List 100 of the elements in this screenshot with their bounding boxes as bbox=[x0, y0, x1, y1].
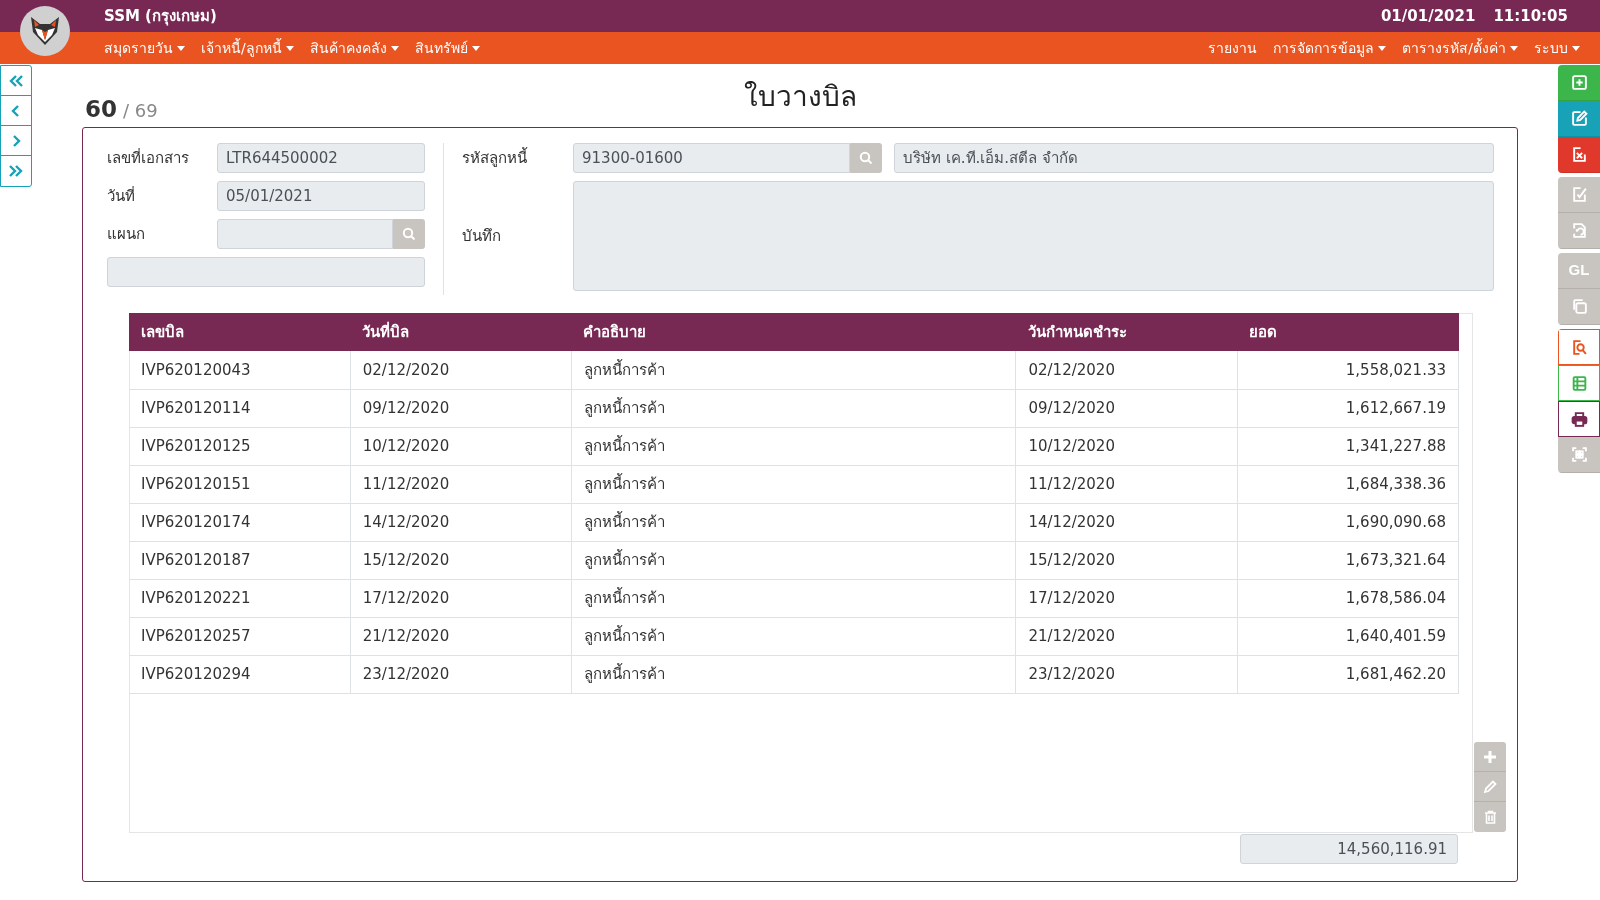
column-header[interactable]: ยอด bbox=[1237, 313, 1459, 351]
table-cell: IVP620120043 bbox=[129, 351, 351, 389]
edit-button[interactable] bbox=[1558, 101, 1600, 137]
table-cell: IVP620120221 bbox=[129, 579, 351, 617]
table-cell: 1,640,401.59 bbox=[1237, 617, 1459, 655]
time-text: 11:10:05 bbox=[1493, 5, 1568, 27]
table-cell: 14/12/2020 bbox=[1015, 503, 1238, 541]
date-field[interactable]: 05/01/2021 bbox=[217, 181, 425, 211]
table-cell: 15/12/2020 bbox=[350, 541, 572, 579]
printer-icon bbox=[1570, 410, 1588, 428]
plus-icon bbox=[1483, 749, 1497, 764]
add-document-icon bbox=[1570, 74, 1588, 91]
app-title: SSM (กรุงเกษม) bbox=[104, 5, 217, 28]
table-cell: 21/12/2020 bbox=[350, 617, 572, 655]
search-icon bbox=[402, 227, 416, 241]
table-cell: 23/12/2020 bbox=[1015, 655, 1238, 693]
table-cell: 1,690,090.68 bbox=[1237, 503, 1459, 541]
table-cell: IVP620120174 bbox=[129, 503, 351, 541]
menu-item[interactable]: สินค้าคงคลัง bbox=[309, 37, 399, 59]
scan-icon bbox=[1570, 446, 1588, 463]
table-cell: 21/12/2020 bbox=[1015, 617, 1238, 655]
menu-item[interactable]: สินทรัพย์ bbox=[414, 37, 480, 59]
table-cell: 1,558,021.33 bbox=[1237, 351, 1459, 389]
menu-item[interactable]: ระบบ bbox=[1534, 37, 1580, 59]
search-document-button[interactable] bbox=[1558, 329, 1600, 365]
check-document-button[interactable] bbox=[1558, 177, 1600, 213]
customer-code-field[interactable]: 91300-01600 bbox=[573, 143, 850, 173]
undo-document-icon bbox=[1570, 222, 1588, 239]
field-label: บันทึก bbox=[462, 225, 502, 247]
table-cell: ลูกหนี้การค้า bbox=[571, 351, 1016, 389]
add-document-button[interactable] bbox=[1558, 65, 1600, 101]
spreadsheet-icon bbox=[1570, 374, 1588, 392]
column-header[interactable]: วันที่บิล bbox=[350, 313, 572, 351]
table-cell: ลูกหนี้การค้า bbox=[571, 655, 1016, 693]
note-field[interactable] bbox=[573, 181, 1494, 291]
copy-icon bbox=[1570, 298, 1588, 315]
column-header[interactable]: คำอธิบาย bbox=[571, 313, 1016, 351]
table-cell: IVP620120294 bbox=[129, 655, 351, 693]
table-cell: 17/12/2020 bbox=[350, 579, 572, 617]
record-total: / 69 bbox=[123, 99, 158, 123]
undo-document-button[interactable] bbox=[1558, 213, 1600, 249]
trash-icon bbox=[1483, 810, 1497, 824]
double-chevron-right-icon bbox=[8, 164, 24, 178]
copy-button[interactable] bbox=[1558, 289, 1600, 325]
table-cell: 15/12/2020 bbox=[1015, 541, 1238, 579]
table-cell: ลูกหนี้การค้า bbox=[571, 541, 1016, 579]
search-button[interactable] bbox=[850, 143, 882, 173]
table-cell: IVP620120187 bbox=[129, 541, 351, 579]
table-cell: IVP620120125 bbox=[129, 427, 351, 465]
table-cell: ลูกหนี้การค้า bbox=[571, 465, 1016, 503]
table-cell: 11/12/2020 bbox=[1015, 465, 1238, 503]
customer-name-field[interactable]: บริษัท เค.ที.เอ็ม.สตีล จำกัด bbox=[894, 143, 1494, 173]
page-title: ใบวางบิล bbox=[743, 79, 857, 115]
table-cell: 1,678,586.04 bbox=[1237, 579, 1459, 617]
column-header[interactable]: เลขบิล bbox=[129, 313, 351, 351]
menu-item[interactable]: สมุดรายวัน bbox=[104, 37, 185, 59]
field-label: แผนก bbox=[107, 223, 146, 245]
record-number: 60 bbox=[85, 95, 117, 124]
table-cell: 02/12/2020 bbox=[1015, 351, 1238, 389]
column-header[interactable]: วันกำหนดชำระ bbox=[1015, 313, 1238, 351]
table-cell: 09/12/2020 bbox=[350, 389, 572, 427]
printer-button[interactable] bbox=[1558, 401, 1600, 437]
date-text: 01/01/2021 bbox=[1380, 5, 1476, 27]
table-cell: IVP620120151 bbox=[129, 465, 351, 503]
table-cell: 1,341,227.88 bbox=[1237, 427, 1459, 465]
table-cell: ลูกหนี้การค้า bbox=[571, 617, 1016, 655]
menu-item[interactable]: รายงาน bbox=[1208, 37, 1258, 59]
delete-document-button[interactable] bbox=[1558, 137, 1600, 173]
table-cell: ลูกหนี้การค้า bbox=[571, 427, 1016, 465]
table-cell: 02/12/2020 bbox=[350, 351, 572, 389]
department-field[interactable] bbox=[217, 219, 393, 249]
table-cell: 17/12/2020 bbox=[1015, 579, 1238, 617]
search-document-icon bbox=[1570, 338, 1588, 356]
table-cell: 1,681,462.20 bbox=[1237, 655, 1459, 693]
search-button[interactable] bbox=[393, 219, 425, 249]
search-icon bbox=[859, 151, 873, 165]
table-cell: IVP620120114 bbox=[129, 389, 351, 427]
document-number-field[interactable]: LTR644500002 bbox=[217, 143, 425, 173]
pencil-icon bbox=[1483, 779, 1497, 794]
table-cell: ลูกหนี้การค้า bbox=[571, 503, 1016, 541]
table-cell: 11/12/2020 bbox=[350, 465, 572, 503]
menu-item[interactable]: การจัดการข้อมูล bbox=[1273, 37, 1387, 59]
table-cell: ลูกหนี้การค้า bbox=[571, 579, 1016, 617]
table-cell: 1,673,321.64 bbox=[1237, 541, 1459, 579]
field-label: รหัสลูกหนี้ bbox=[462, 146, 529, 169]
department-name-field[interactable] bbox=[107, 257, 425, 287]
field-label: เลขที่เอกสาร bbox=[107, 147, 190, 169]
table-cell: 10/12/2020 bbox=[350, 427, 572, 465]
table-cell: ลูกหนี้การค้า bbox=[571, 389, 1016, 427]
table-cell: 23/12/2020 bbox=[350, 655, 572, 693]
table-cell: 14/12/2020 bbox=[350, 503, 572, 541]
table-cell: 1,612,667.19 bbox=[1237, 389, 1459, 427]
edit-icon bbox=[1570, 110, 1588, 127]
table-cell: 10/12/2020 bbox=[1015, 427, 1238, 465]
total-field: 14,560,116.91 bbox=[1240, 834, 1458, 864]
table-cell: IVP620120257 bbox=[129, 617, 351, 655]
menu-item[interactable]: เจ้าหนี้/ลูกหนี้ bbox=[201, 37, 294, 59]
delete-document-icon bbox=[1570, 146, 1588, 163]
menu-item[interactable]: ตารางรหัส/ตั้งค่า bbox=[1402, 37, 1518, 59]
table-cell: 1,684,338.36 bbox=[1237, 465, 1459, 503]
